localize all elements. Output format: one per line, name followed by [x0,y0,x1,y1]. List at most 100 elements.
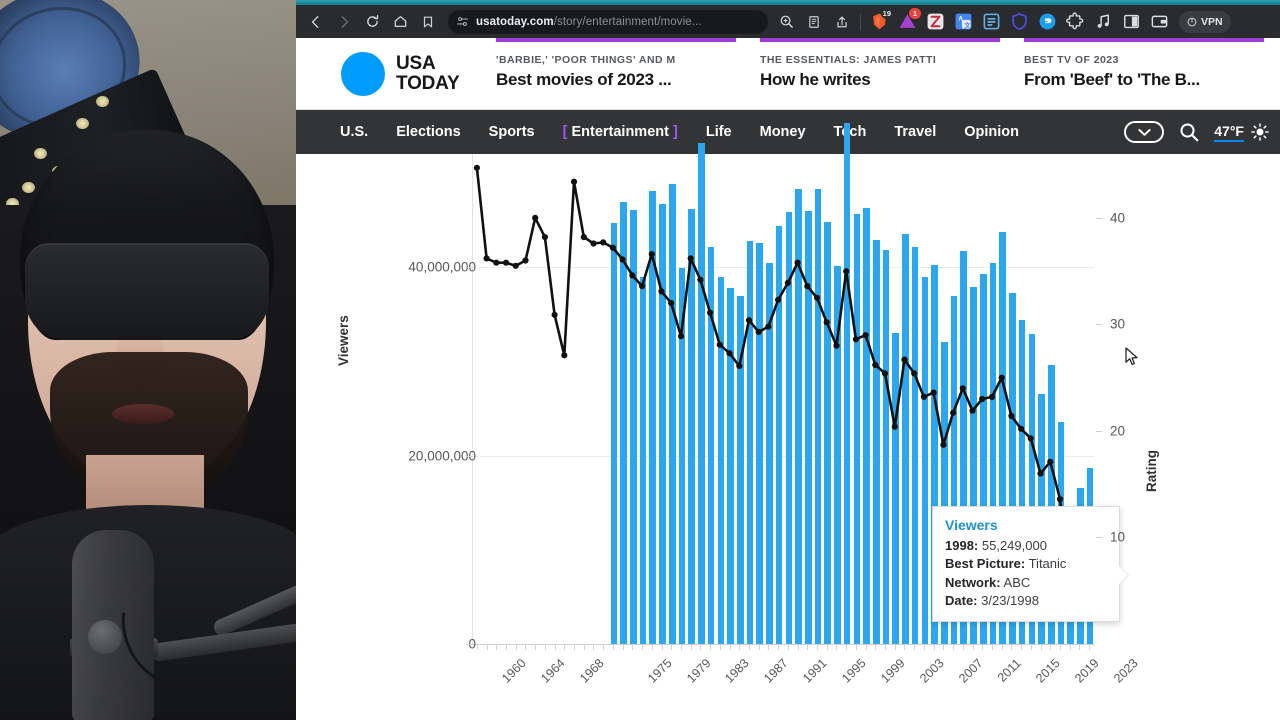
site-settings-icon[interactable] [456,15,469,28]
bar[interactable] [795,188,802,644]
nav-item-elections[interactable]: Elections [382,124,474,140]
bar[interactable] [911,247,919,644]
nav-item-money[interactable]: Money [746,124,820,140]
x-axis-tick [719,644,721,650]
x-axis-tick [535,644,537,650]
bar[interactable] [756,242,763,644]
bar[interactable] [620,202,627,644]
x-axis-tick [506,644,508,650]
bar[interactable] [659,203,666,644]
tooltip-arrow-icon [1118,565,1128,585]
bar[interactable] [707,247,715,644]
tooltip-key: Date: [945,593,978,609]
story-card[interactable]: 'BARBIE,' 'POOR THINGS' AND M Best movie… [496,37,736,110]
x-axis-tick [846,644,848,650]
bar[interactable] [824,221,832,644]
bar[interactable] [668,184,676,644]
chevron-down-icon[interactable] [1124,121,1165,143]
bar[interactable] [717,277,725,644]
nav-item-travel[interactable]: Travel [880,124,950,140]
nav-label: Sports [488,124,535,140]
bar[interactable] [736,296,744,644]
card-headline[interactable]: From 'Beef' to 'The B... [1024,70,1258,90]
card-headline[interactable]: Best movies of 2023 ... [496,70,730,90]
x-axis-tick [1030,644,1032,650]
share-icon[interactable] [828,8,856,36]
x-axis-tick [564,644,566,650]
bar[interactable] [649,190,657,644]
home-icon[interactable] [386,8,414,36]
y-axis-tick-label-right: 40 [1110,210,1126,226]
x-axis-tick [612,644,614,650]
bar[interactable] [630,209,637,644]
browser-toolbar: usatoday.com/story/entertainment/movie..… [296,5,1280,38]
bar[interactable] [766,263,773,644]
bar[interactable] [843,123,851,644]
nav-item-us[interactable]: U.S. [326,124,382,140]
bar[interactable] [785,212,793,644]
bar[interactable] [853,214,861,644]
evernote-icon[interactable] [980,11,1002,33]
bar[interactable] [834,266,841,644]
x-axis-tick [710,644,712,650]
card-kicker: THE ESSENTIALS: JAMES PATTI [760,53,937,66]
bar[interactable] [863,207,870,644]
bar[interactable] [639,276,647,644]
search-icon[interactable] [1178,121,1200,143]
bar[interactable] [610,222,618,644]
bar[interactable] [688,208,695,644]
bar[interactable] [902,234,909,644]
shield-icon[interactable] [1008,11,1030,33]
oscars-viewers-rating-chart[interactable]: Viewers Rating Viewers 1998: 55,249,000 … [296,123,1280,720]
reload-icon[interactable] [358,8,386,36]
nav-item-entertainment[interactable]: [ Entertainment ] [549,124,692,140]
zotero-icon[interactable] [924,11,946,33]
forward-icon[interactable] [330,8,358,36]
url-domain: usatoday.com [476,15,554,28]
back-icon[interactable] [302,8,330,36]
url-bar[interactable]: usatoday.com/story/entertainment/movie..… [448,9,768,34]
bar[interactable] [746,240,754,644]
card-headline[interactable]: How he writes [760,70,994,90]
story-card[interactable]: BEST TV OF 2023 From 'Beef' to 'The B... [1024,37,1264,110]
bitwarden-icon[interactable] [1036,11,1058,33]
y-axis-title-right: Rating [1144,450,1159,492]
x-axis-tick [651,644,653,650]
reader-mode-icon[interactable] [800,8,828,36]
vpn-button[interactable]: VPN [1179,10,1231,33]
weather-widget[interactable]: 47°F [1214,122,1270,142]
warning-triangle-icon[interactable]: 1 [896,7,921,33]
usatoday-logo[interactable]: USA TODAY [296,51,496,96]
bar[interactable] [698,142,705,644]
x-axis-tick [826,644,828,650]
story-card[interactable]: THE ESSENTIALS: JAMES PATTI How he write… [760,37,1000,110]
nav-item-opinion[interactable]: Opinion [950,124,1033,140]
bar[interactable] [727,287,734,644]
x-axis-tick-label: 1964 [537,656,568,686]
bar[interactable] [814,188,822,644]
bookmark-icon[interactable] [414,8,442,36]
bar[interactable] [678,268,686,644]
x-axis-tick [787,644,789,650]
x-axis-tick [622,644,624,650]
bar[interactable] [873,239,880,644]
brave-shields-icon[interactable]: 19 [868,7,893,33]
bar[interactable] [804,210,812,644]
bar[interactable] [921,277,929,644]
wallet-icon[interactable] [1148,11,1170,33]
split-view-icon[interactable] [1120,11,1142,33]
x-axis-tick [544,644,546,650]
x-axis-tick [855,644,857,650]
google-translate-icon[interactable]: A文 [952,11,974,33]
zoom-in-icon[interactable] [772,8,800,36]
url-text[interactable]: usatoday.com/story/entertainment/movie..… [476,16,702,28]
music-note-icon[interactable] [1092,11,1114,33]
nav-item-sports[interactable]: Sports [475,124,549,140]
bar[interactable] [775,225,783,644]
puzzle-extensions-icon[interactable] [1064,11,1086,33]
bar[interactable] [882,250,890,644]
header-story-cards: 'BARBIE,' 'POOR THINGS' AND M Best movie… [496,37,1280,110]
bar[interactable] [892,333,900,644]
x-axis-tick [680,644,682,650]
nav-item-life[interactable]: Life [692,124,746,140]
